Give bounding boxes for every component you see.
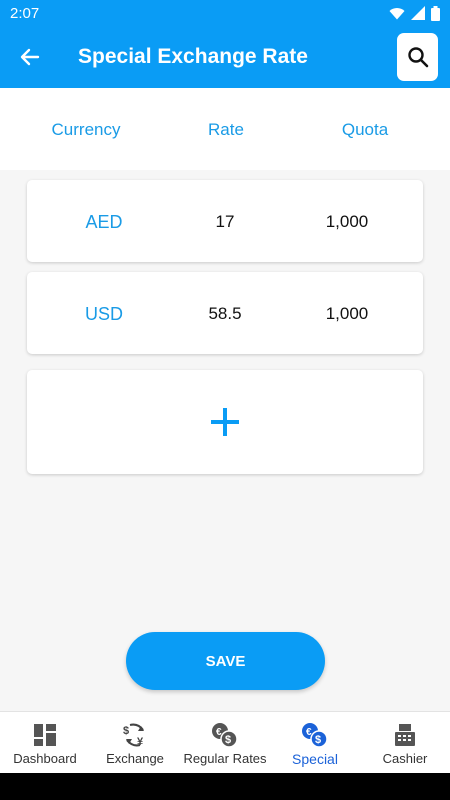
status-bar: 2:07 <box>0 0 450 26</box>
nav-label: Regular Rates <box>183 751 267 766</box>
system-nav-bar <box>0 773 450 800</box>
plus-icon <box>211 408 239 436</box>
save-button[interactable]: SAVE <box>126 632 325 690</box>
app-bar: Special Exchange Rate <box>0 26 450 88</box>
special-icon: € $ <box>301 722 329 748</box>
nav-label: Exchange <box>106 751 164 766</box>
search-button[interactable] <box>397 33 438 81</box>
rate-row[interactable]: AED 17 1,000 <box>27 180 423 262</box>
back-button[interactable] <box>0 26 60 88</box>
battery-icon <box>431 5 440 21</box>
regular-rates-icon: € $ <box>211 722 239 748</box>
search-icon <box>407 47 428 68</box>
nav-cashier[interactable]: Cashier <box>360 712 450 773</box>
svg-text:$: $ <box>315 734 321 746</box>
cashier-icon <box>393 722 417 748</box>
add-rate-button[interactable] <box>27 370 423 474</box>
nav-label: Dashboard <box>13 751 77 766</box>
svg-text:$: $ <box>225 734 231 746</box>
nav-label: Cashier <box>382 751 428 766</box>
page-title: Special Exchange Rate <box>78 45 308 68</box>
rate-row[interactable]: USD 58.5 1,000 <box>27 272 423 354</box>
wifi-icon <box>389 7 405 20</box>
nav-dashboard[interactable]: Dashboard <box>0 712 90 773</box>
svg-text:$: $ <box>123 725 129 737</box>
nav-exchange[interactable]: $ ¥ Exchange <box>90 712 180 773</box>
signal-icon <box>411 6 425 20</box>
row-quota: 1,000 <box>325 212 369 231</box>
column-quota: Quota <box>341 120 389 139</box>
status-time: 2:07 <box>10 4 40 22</box>
row-rate: 58.5 <box>208 304 242 323</box>
nav-special[interactable]: € $ Special <box>270 712 360 773</box>
column-rate: Rate <box>208 120 244 139</box>
arrow-back-icon <box>20 48 40 66</box>
nav-regular-rates[interactable]: € $ Regular Rates <box>180 712 270 773</box>
nav-label: Special <box>292 751 338 767</box>
bottom-nav: Dashboard $ ¥ Exchange € $ Regular Rates €… <box>0 711 450 773</box>
dashboard-icon <box>34 722 56 748</box>
column-header: Currency Rate Quota <box>0 88 450 170</box>
exchange-icon: $ ¥ <box>122 722 148 748</box>
row-quota: 1,000 <box>325 304 369 323</box>
column-currency: Currency <box>51 120 121 139</box>
row-rate: 17 <box>215 212 235 231</box>
